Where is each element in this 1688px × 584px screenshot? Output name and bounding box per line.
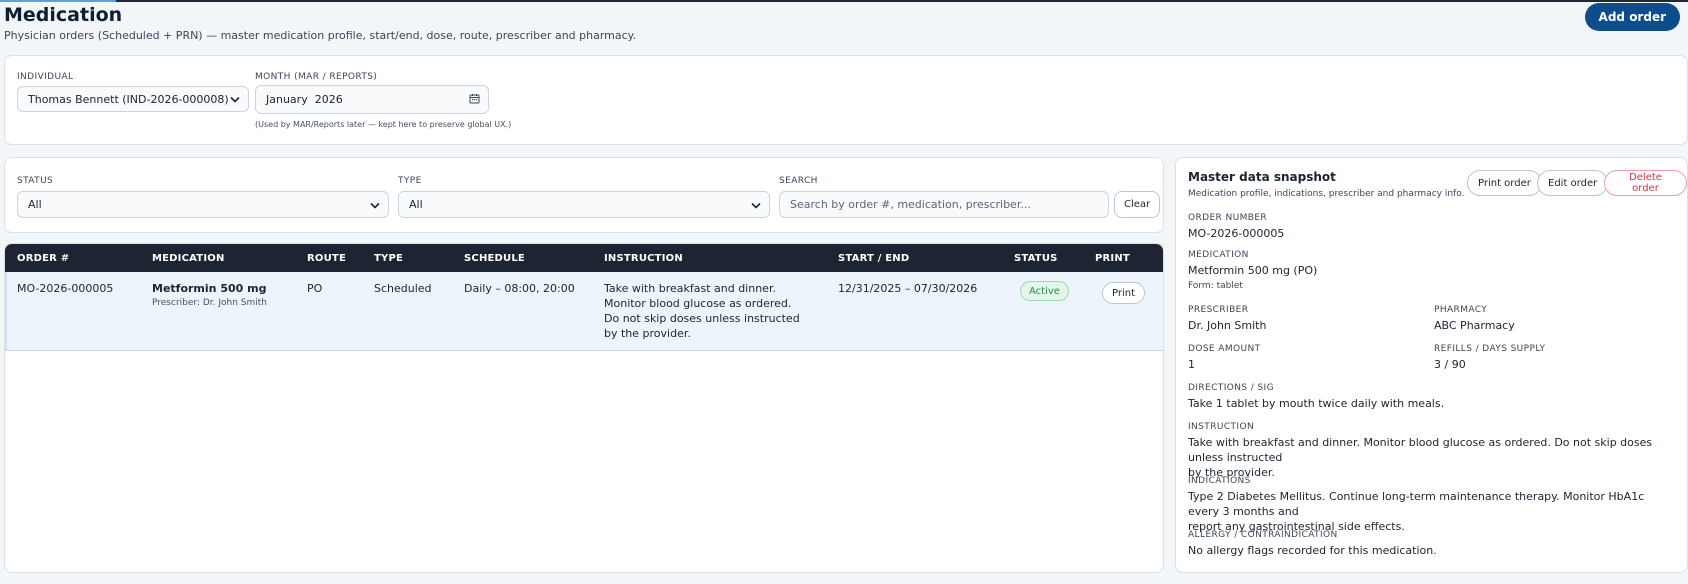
allergy-field: ALLERGY / CONTRAINDICATION No allergy fl… [1188, 530, 1437, 558]
orders-table: ORDER # MEDICATION ROUTE TYPE SCHEDULE I… [4, 243, 1164, 573]
refills-value: 3 / 90 [1434, 358, 1466, 371]
chevron-down-icon [751, 198, 761, 211]
indications-field: INDICATIONS Type 2 Diabetes Mellitus. Co… [1188, 476, 1678, 534]
col-start-end: START / END [838, 253, 910, 264]
cell-order-number: MO-2026-000005 [17, 282, 114, 295]
pharmacy-label: PHARMACY [1434, 305, 1488, 315]
pharmacy-value: ABC Pharmacy [1434, 319, 1515, 332]
instruction-line: Take with breakfast and dinner. Monitor … [1188, 436, 1653, 464]
col-type: TYPE [374, 253, 404, 264]
col-medication: MEDICATION [152, 253, 225, 264]
order-number-field: ORDER NUMBER MO-2026-000005 [1188, 213, 1284, 241]
edit-order-button[interactable]: Edit order [1537, 170, 1609, 196]
top-progress-line [0, 0, 1688, 2]
type-filter-select[interactable]: All [398, 191, 770, 218]
refills-field: REFILLS / DAYS SUPPLY 3 / 90 [1434, 344, 1545, 372]
month-input[interactable]: January 2026 [255, 85, 489, 114]
directions-value: Take 1 tablet by mouth twice daily with … [1188, 397, 1445, 410]
col-instruction: INSTRUCTION [604, 253, 683, 264]
col-print: PRINT [1095, 253, 1130, 264]
delete-order-button[interactable]: Delete order [1604, 170, 1687, 196]
individual-select[interactable]: Thomas Bennett (IND-2026-000008) [17, 86, 249, 112]
order-number-value: MO-2026-000005 [1188, 227, 1285, 240]
medication-prescriber: Prescriber: Dr. John Smith [152, 298, 268, 308]
chevron-down-icon [230, 93, 240, 106]
add-order-button[interactable]: Add order [1584, 3, 1680, 31]
instruction-field: INSTRUCTION Take with breakfast and dinn… [1188, 422, 1678, 480]
indications-label: INDICATIONS [1188, 476, 1251, 486]
cell-instruction: Take with breakfast and dinner. Monitor … [604, 281, 800, 341]
chevron-down-icon [370, 198, 380, 211]
refills-label: REFILLS / DAYS SUPPLY [1434, 344, 1546, 354]
row-print-button[interactable]: Print [1102, 282, 1146, 304]
col-route: ROUTE [307, 253, 346, 264]
allergy-value: No allergy flags recorded for this medic… [1188, 544, 1437, 557]
prescriber-value: Dr. John Smith [1188, 319, 1267, 332]
individual-label: INDIVIDUAL [17, 72, 74, 82]
cell-start-end: 12/31/2025 – 07/30/2026 [838, 282, 978, 295]
instruction-line: Do not skip doses unless instructed [604, 312, 800, 325]
order-number-label: ORDER NUMBER [1188, 213, 1268, 223]
cell-type: Scheduled [374, 282, 432, 295]
instruction-label: INSTRUCTION [1188, 422, 1255, 432]
cell-route: PO [307, 282, 323, 295]
status-badge: Active [1020, 281, 1069, 301]
medication-form: Form: tablet [1188, 281, 1243, 291]
instruction-line: by the provider. [604, 327, 691, 340]
filters-card: STATUS All TYPE All SEARCH Search by ord… [4, 157, 1164, 233]
prescriber-field: PRESCRIBER Dr. John Smith [1188, 305, 1266, 333]
snapshot-title: Master data snapshot [1188, 170, 1336, 184]
cell-medication: Metformin 500 mg Prescriber: Dr. John Sm… [152, 281, 267, 311]
page-subtitle: Physician orders (Scheduled + PRN) — mas… [4, 29, 637, 42]
medication-name: Metformin 500 mg [152, 282, 267, 295]
master-data-snapshot: Master data snapshot Medication profile,… [1175, 157, 1688, 573]
dose-field: DOSE AMOUNT 1 [1188, 344, 1261, 372]
status-filter-value: All [28, 198, 42, 211]
directions-field: DIRECTIONS / SIG Take 1 tablet by mouth … [1188, 383, 1444, 411]
search-input[interactable]: Search by order #, medication, prescribe… [779, 191, 1109, 218]
pharmacy-field: PHARMACY ABC Pharmacy [1434, 305, 1515, 333]
print-order-button[interactable]: Print order [1467, 170, 1542, 196]
allergy-label: ALLERGY / CONTRAINDICATION [1188, 530, 1338, 540]
col-schedule: SCHEDULE [464, 253, 525, 264]
type-filter-value: All [409, 198, 423, 211]
indications-line: Type 2 Diabetes Mellitus. Continue long-… [1188, 490, 1645, 518]
cell-schedule: Daily – 08:00, 20:00 [464, 282, 575, 295]
medication-label: MEDICATION [1188, 250, 1249, 260]
dose-label: DOSE AMOUNT [1188, 344, 1261, 354]
context-card: INDIVIDUAL Thomas Bennett (IND-2026-0000… [4, 55, 1688, 145]
snapshot-subtitle: Medication profile, indications, prescri… [1188, 189, 1465, 199]
table-row[interactable]: MO-2026-000005 Metformin 500 mg Prescrib… [5, 272, 1163, 351]
individual-select-value: Thomas Bennett (IND-2026-000008) [28, 92, 229, 106]
search-placeholder: Search by order #, medication, prescribe… [790, 198, 1031, 211]
prescriber-label: PRESCRIBER [1188, 305, 1249, 315]
status-filter-label: STATUS [17, 176, 54, 186]
month-hint: (Used by MAR/Reports later — kept here t… [255, 120, 512, 129]
instruction-line: Monitor blood glucose as ordered. [604, 297, 792, 310]
dose-value: 1 [1188, 358, 1195, 371]
medication-field: MEDICATION Metformin 500 mg (PO) Form: t… [1188, 250, 1317, 291]
search-label: SEARCH [779, 176, 818, 186]
type-filter-label: TYPE [398, 176, 422, 186]
month-label: MONTH (MAR / REPORTS) [255, 72, 378, 82]
status-filter-select[interactable]: All [17, 191, 389, 218]
medication-value: Metformin 500 mg (PO) [1188, 264, 1318, 277]
clear-filters-button[interactable]: Clear [1114, 191, 1161, 218]
page-title: Medication [4, 4, 123, 26]
table-header: ORDER # MEDICATION ROUTE TYPE SCHEDULE I… [5, 244, 1163, 272]
calendar-icon[interactable] [469, 93, 480, 107]
month-input-value: January 2026 [266, 93, 343, 106]
instruction-line: Take with breakfast and dinner. [604, 282, 776, 295]
col-status: STATUS [1014, 253, 1058, 264]
top-progress-accent [0, 0, 116, 2]
col-order-number: ORDER # [17, 253, 70, 264]
directions-label: DIRECTIONS / SIG [1188, 383, 1274, 393]
